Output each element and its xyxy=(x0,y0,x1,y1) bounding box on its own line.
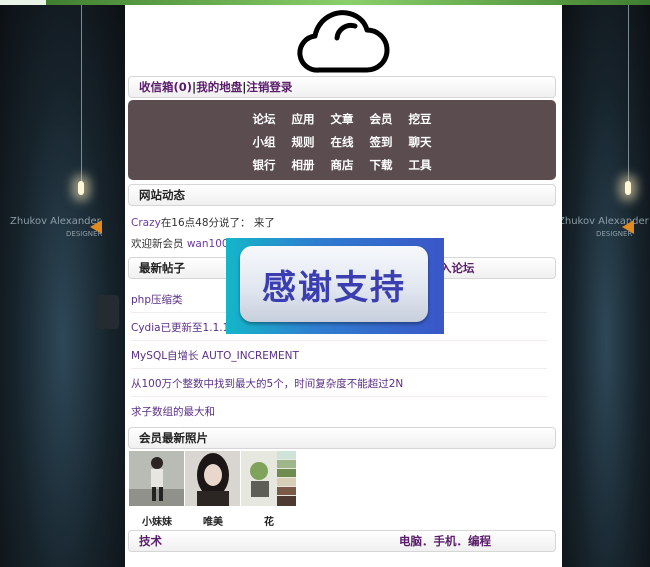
nav-item-forum[interactable]: 论坛 xyxy=(245,111,284,127)
member-photo[interactable] xyxy=(185,451,240,506)
nav-item-download[interactable]: 下载 xyxy=(362,157,401,173)
tech-link[interactable]: 技术 xyxy=(139,534,162,548)
section-header-photos: 会员最新照片 xyxy=(128,427,556,449)
user-bar: 收信箱(0)|我的地盘|注销登录 xyxy=(128,76,556,98)
nav-item-dig-beans[interactable]: 挖豆 xyxy=(401,111,440,127)
lamp-icon xyxy=(625,181,631,195)
photo-caption: 花 xyxy=(264,517,274,528)
user-link[interactable]: Crazy xyxy=(131,217,161,229)
main-navigation: 论坛 应用 文章 会员 挖豆 小组 规则 在线 签到 聊天 银行 相册 商店 下… xyxy=(128,100,556,180)
enter-forum-link[interactable]: 入论坛 xyxy=(440,258,475,278)
section-title: 会员最新照片 xyxy=(139,431,208,445)
nav-row: 论坛 应用 文章 会员 挖豆 xyxy=(128,111,556,127)
arrow-left-icon xyxy=(622,220,634,234)
divider xyxy=(131,368,547,369)
member-photo[interactable] xyxy=(129,451,184,506)
nav-item-shop[interactable]: 商店 xyxy=(323,157,362,173)
divider xyxy=(131,396,547,397)
nav-item-chat[interactable]: 聊天 xyxy=(401,134,440,150)
nav-item-apps[interactable]: 应用 xyxy=(284,111,323,127)
user-link[interactable]: wan100 xyxy=(187,238,229,250)
nav-item-tools[interactable]: 工具 xyxy=(401,157,440,173)
activity-item: Crazy在16点48分说了： 来了 xyxy=(131,215,275,230)
designer-name-text: Zhukov Alexander xyxy=(562,216,649,227)
activity-text: 在16点48分说了： 来了 xyxy=(160,217,275,229)
post-link[interactable]: MySQL自增长 AUTO_INCREMENT xyxy=(131,348,299,363)
my-place-link[interactable]: 我的地盘 xyxy=(196,80,242,94)
post-link[interactable]: 求子数组的最大和 xyxy=(131,404,215,419)
categories-link[interactable]: 电脑．手机．编程 xyxy=(399,531,491,551)
photo-caption: 唯美 xyxy=(203,517,223,528)
right-background-panel: Zhukov Alexander DESIGNER xyxy=(562,5,650,567)
nav-item-online[interactable]: 在线 xyxy=(323,134,362,150)
member-photo[interactable] xyxy=(241,451,296,506)
post-link[interactable]: 从100万个整数中找到最大的5个，时间复杂度不能超过2N xyxy=(131,376,403,391)
post-link[interactable]: Cydia已更新至1.1.1 xyxy=(131,320,229,335)
lamp-icon xyxy=(78,181,84,195)
nav-item-checkin[interactable]: 签到 xyxy=(362,134,401,150)
arrow-left-icon xyxy=(90,220,102,234)
nav-item-bank[interactable]: 银行 xyxy=(245,157,284,173)
activity-text: 欢迎新会员 xyxy=(131,238,187,250)
lamp-cord xyxy=(628,5,629,181)
nav-item-articles[interactable]: 文章 xyxy=(323,111,362,127)
nav-item-groups[interactable]: 小组 xyxy=(245,134,284,150)
logout-link[interactable]: 注销登录 xyxy=(246,80,292,94)
post-link[interactable]: php压缩类 xyxy=(131,292,183,307)
nav-row: 银行 相册 商店 下载 工具 xyxy=(128,157,556,173)
cloud-icon[interactable] xyxy=(295,6,391,74)
left-background-panel: Zhukov Alexander DESIGNER xyxy=(0,5,125,567)
section-title: 网站动态 xyxy=(139,188,185,202)
divider xyxy=(131,340,547,341)
photo-caption: 小妹妹 xyxy=(142,517,172,528)
nav-item-members[interactable]: 会员 xyxy=(362,111,401,127)
designer-name-text: Zhukov Alexander xyxy=(10,216,101,227)
activity-item: 欢迎新会员 wan100 xyxy=(131,236,229,251)
nav-item-rules[interactable]: 规则 xyxy=(284,134,323,150)
inbox-link[interactable]: 收信箱(0) xyxy=(139,80,192,94)
chair-silhouette-icon xyxy=(97,295,119,329)
thanks-popup[interactable]: 感谢支持 xyxy=(226,238,444,334)
section-title: 最新帖子 xyxy=(139,261,185,275)
nav-row: 小组 规则 在线 签到 聊天 xyxy=(128,134,556,150)
section-header-activity: 网站动态 xyxy=(128,184,556,206)
section-header-categories: 技术 电脑．手机．编程 xyxy=(128,530,556,552)
popup-message: 感谢支持 xyxy=(240,246,428,322)
lamp-cord xyxy=(81,5,82,181)
nav-item-album[interactable]: 相册 xyxy=(284,157,323,173)
